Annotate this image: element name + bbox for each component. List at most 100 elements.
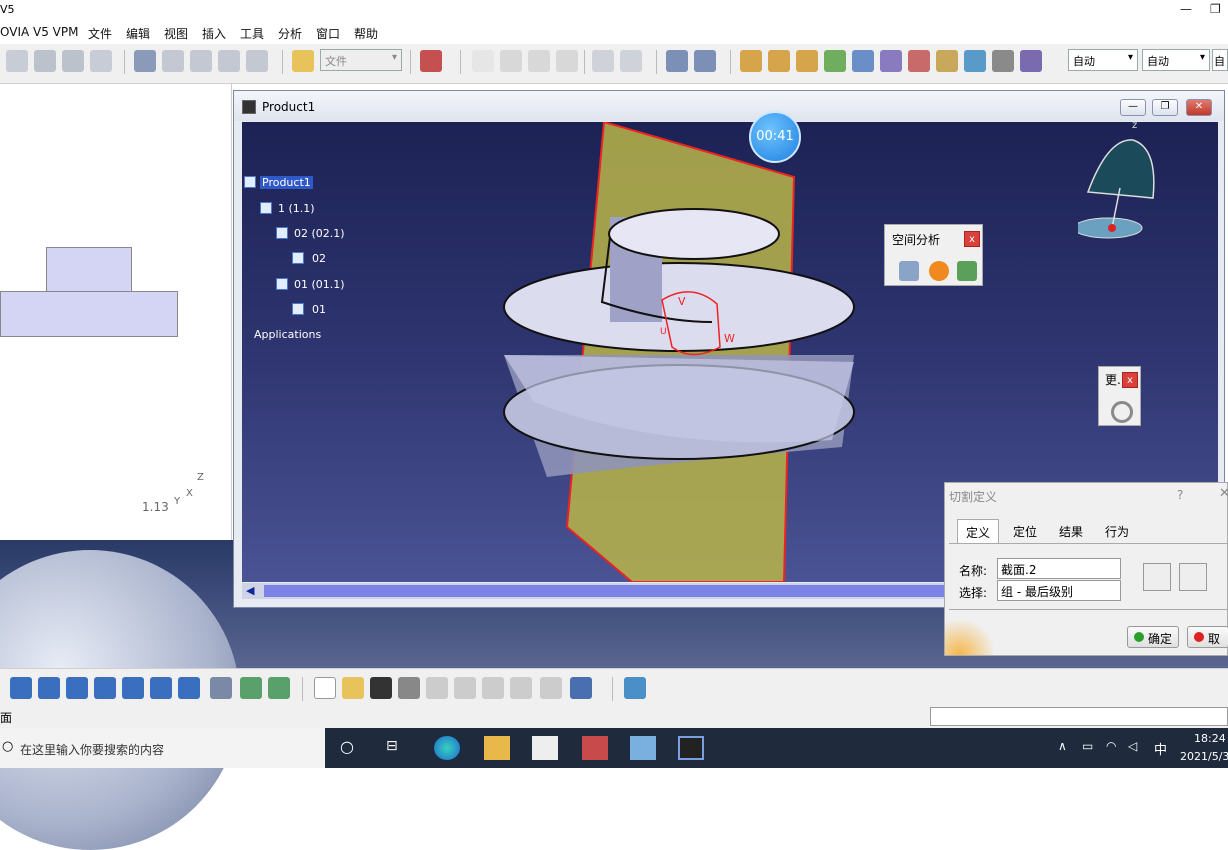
compass-widget[interactable] xyxy=(1078,128,1168,248)
tool-icon-11[interactable] xyxy=(472,50,494,72)
tool-icon-10[interactable] xyxy=(420,50,442,72)
tree-root-product1[interactable]: Product1 xyxy=(260,176,313,189)
tool-icon-8[interactable] xyxy=(218,50,240,72)
redo-icon[interactable] xyxy=(540,677,562,699)
tool-icon-6[interactable] xyxy=(162,50,184,72)
tool-icon-19[interactable] xyxy=(796,50,818,72)
hide-show-icon[interactable] xyxy=(240,677,262,699)
plane-orientation-icon[interactable] xyxy=(1143,563,1171,591)
app-icon-2[interactable] xyxy=(630,736,656,760)
command-input[interactable] xyxy=(930,707,1228,726)
copy-icon[interactable] xyxy=(454,677,476,699)
cut-icon[interactable] xyxy=(426,677,448,699)
tool-icon-5[interactable] xyxy=(134,50,156,72)
undo-icon[interactable] xyxy=(500,50,522,72)
zoom-in-icon[interactable] xyxy=(66,677,88,699)
render-combo-3[interactable]: 自 xyxy=(1212,49,1228,71)
tool-icon-1[interactable] xyxy=(6,50,28,72)
iso-view-icon[interactable] xyxy=(178,677,200,699)
whats-this-icon[interactable] xyxy=(570,677,592,699)
menu-window[interactable]: 窗口 xyxy=(316,25,340,42)
tool-icon-3[interactable] xyxy=(62,50,84,72)
tool-icon-9[interactable] xyxy=(246,50,268,72)
edge-icon[interactable] xyxy=(434,736,460,760)
tool-icon-7[interactable] xyxy=(190,50,212,72)
catalog-icon[interactable] xyxy=(624,677,646,699)
open-file-icon[interactable] xyxy=(342,677,364,699)
tool-icon-27[interactable] xyxy=(1020,50,1042,72)
tree-item-02-instance[interactable]: 02 (02.1) xyxy=(294,227,345,240)
store-icon[interactable] xyxy=(532,736,558,760)
clash-icon[interactable] xyxy=(899,261,919,281)
help-icon[interactable]: ? xyxy=(1177,488,1183,502)
tool-icon-23[interactable] xyxy=(908,50,930,72)
file-combo[interactable]: 文件 ▾ xyxy=(320,49,402,71)
menu-tools[interactable]: 工具 xyxy=(240,25,264,42)
taskbar-search[interactable]: ○ 在这里输入你要搜索的内容 xyxy=(0,728,325,768)
tree-item-01-instance[interactable]: 01 (01.1) xyxy=(294,278,345,291)
paste-icon[interactable] xyxy=(482,677,504,699)
menu-edit[interactable]: 编辑 xyxy=(126,25,150,42)
tool-icon-17[interactable] xyxy=(740,50,762,72)
distance-icon[interactable] xyxy=(957,261,977,281)
normal-view-icon[interactable] xyxy=(122,677,144,699)
minimize-button[interactable]: — xyxy=(1120,99,1146,116)
tree-item-02[interactable]: 02 xyxy=(312,252,326,265)
tree-item-applications[interactable]: Applications xyxy=(254,328,321,341)
new-file-icon[interactable] xyxy=(314,677,336,699)
battery-icon[interactable]: ▭ xyxy=(1082,739,1093,753)
tool-icon-26[interactable] xyxy=(992,50,1014,72)
undo-icon[interactable] xyxy=(510,677,532,699)
minimize-icon[interactable]: — xyxy=(1180,2,1192,16)
scroll-left-icon[interactable]: ◀ xyxy=(246,584,254,597)
swap-visible-icon[interactable] xyxy=(268,677,290,699)
tool-icon-21[interactable] xyxy=(852,50,874,72)
selection-field[interactable]: 组 - 最后级别 xyxy=(997,580,1121,601)
close-icon[interactable]: ✕ xyxy=(1219,486,1228,501)
tool-icon-13[interactable] xyxy=(592,50,614,72)
menu-view[interactable]: 视图 xyxy=(164,25,188,42)
pan-icon[interactable] xyxy=(10,677,32,699)
tree-item-01[interactable]: 01 xyxy=(312,303,326,316)
cortana-icon[interactable]: ○ xyxy=(340,737,354,756)
tool-icon-22[interactable] xyxy=(880,50,902,72)
name-field[interactable]: 截面.2 xyxy=(997,558,1121,579)
close-button[interactable]: ✕ xyxy=(1186,99,1212,116)
chevron-up-icon[interactable]: ∧ xyxy=(1058,739,1067,753)
tool-icon-16[interactable] xyxy=(694,50,716,72)
sectioning-icon[interactable] xyxy=(929,261,949,281)
tool-icon-2[interactable] xyxy=(34,50,56,72)
restore-button[interactable]: ❐ xyxy=(1152,99,1178,116)
section-hand-icon[interactable] xyxy=(1179,563,1207,591)
redo-icon[interactable] xyxy=(528,50,550,72)
clock-time[interactable]: 18:24 xyxy=(1194,732,1226,745)
ime-indicator[interactable]: 中 xyxy=(1154,739,1167,758)
render-combo-2[interactable]: 自动 ▾ xyxy=(1142,49,1210,71)
wifi-icon[interactable]: ◠ xyxy=(1106,739,1116,753)
tab-definition[interactable]: 定义 xyxy=(957,519,1000,543)
close-icon[interactable]: x xyxy=(1122,372,1138,388)
file-explorer-icon[interactable] xyxy=(484,736,510,760)
multi-view-icon[interactable] xyxy=(150,677,172,699)
app-icon-1[interactable] xyxy=(582,736,608,760)
clock-date[interactable]: 2021/5/3 xyxy=(1180,750,1228,763)
tool-icon-24[interactable] xyxy=(936,50,958,72)
tool-icon-15[interactable] xyxy=(666,50,688,72)
menu-analysis[interactable]: 分析 xyxy=(278,25,302,42)
left-model-view[interactable]: 1.13 Y X Z xyxy=(0,84,232,544)
cancel-button[interactable]: 取消 xyxy=(1187,626,1228,648)
tab-result[interactable]: 结果 xyxy=(1051,519,1091,543)
rotate-icon[interactable] xyxy=(38,677,60,699)
render-combo-1[interactable]: 自动 ▾ xyxy=(1068,49,1138,71)
save-icon[interactable] xyxy=(370,677,392,699)
volume-icon[interactable]: ◁ xyxy=(1128,739,1137,753)
menu-file[interactable]: 文件 xyxy=(88,25,112,42)
tool-icon-12[interactable] xyxy=(556,50,578,72)
shading-icon[interactable] xyxy=(210,677,232,699)
close-icon[interactable]: x xyxy=(964,231,980,247)
tool-icon-14[interactable] xyxy=(620,50,642,72)
swirl-icon[interactable] xyxy=(1111,401,1133,423)
tool-icon-18[interactable] xyxy=(768,50,790,72)
scroll-thumb[interactable] xyxy=(264,585,944,597)
tab-positioning[interactable]: 定位 xyxy=(1005,519,1045,543)
